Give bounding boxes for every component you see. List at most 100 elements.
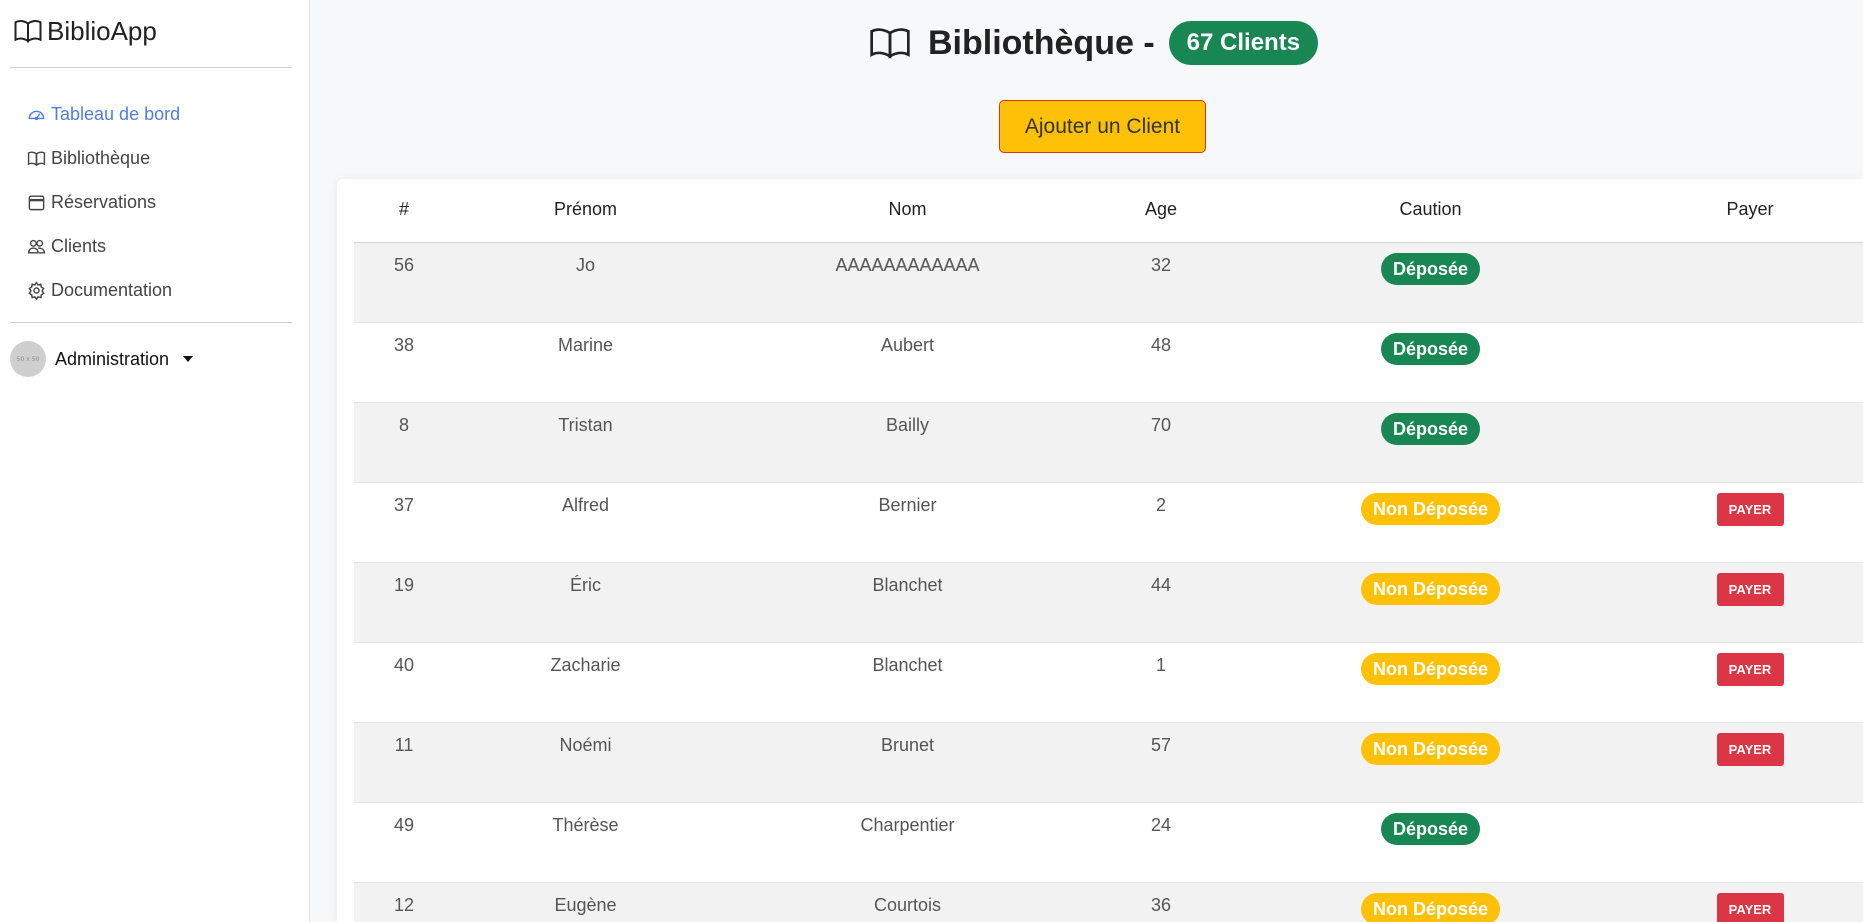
pay-button[interactable]: PAYER bbox=[1716, 892, 1784, 922]
cell-prenom: Alfred bbox=[454, 482, 717, 563]
column-header-caution[interactable]: Caution bbox=[1224, 179, 1637, 243]
cell-id: 19 bbox=[354, 562, 454, 643]
cell-age: 48 bbox=[1098, 322, 1224, 403]
sidebar-item-clients[interactable]: Clients bbox=[27, 224, 180, 268]
cell-age: 70 bbox=[1098, 402, 1224, 483]
cell-age: 2 bbox=[1098, 482, 1224, 563]
cell-age: 1 bbox=[1098, 642, 1224, 723]
pay-button[interactable]: PAYER bbox=[1716, 492, 1784, 526]
cell-nom: Aubert bbox=[717, 322, 1098, 403]
cell-age: 57 bbox=[1098, 722, 1224, 803]
cell-id: 49 bbox=[354, 802, 454, 883]
cell-id: 56 bbox=[354, 242, 454, 323]
sidebar-item-label: Réservations bbox=[51, 191, 157, 212]
caution-status-badge: Non Déposée bbox=[1360, 892, 1501, 922]
add-client-button[interactable]: Ajouter un Client bbox=[999, 100, 1206, 153]
page-header: Bibliothèque - 67 Clients bbox=[870, 20, 1319, 66]
cell-payer: PAYER bbox=[1637, 482, 1863, 563]
cell-nom: Blanchet bbox=[717, 642, 1098, 723]
cell-prenom: Noémi bbox=[454, 722, 717, 803]
cell-id: 40 bbox=[354, 642, 454, 723]
caution-status-badge: Non Déposée bbox=[1360, 492, 1501, 525]
sidebar-item-reservations[interactable]: Réservations bbox=[27, 180, 180, 224]
cell-prenom: Tristan bbox=[454, 402, 717, 483]
admin-dropdown[interactable]: 50 x 50 Administration bbox=[10, 341, 194, 377]
cell-nom: Charpentier bbox=[717, 802, 1098, 883]
cell-age: 32 bbox=[1098, 242, 1224, 323]
table-row[interactable]: 37 Alfred Bernier 2 Non Déposée PAYER bbox=[354, 482, 1863, 563]
caution-status-badge: Non Déposée bbox=[1360, 652, 1501, 685]
divider bbox=[10, 322, 292, 323]
clients-table: # Prénom Nom Age Caution Payer 56 Jo AAAAA… bbox=[354, 179, 1863, 922]
sidebar-item-documentation[interactable]: Documentation bbox=[27, 268, 180, 312]
cell-payer bbox=[1637, 402, 1863, 483]
table-row[interactable]: 8 Tristan Bailly 70 Déposée bbox=[354, 402, 1863, 483]
table-row[interactable]: 11 Noémi Brunet 57 Non Déposée PAYER bbox=[354, 722, 1863, 803]
cell-payer: PAYER bbox=[1637, 722, 1863, 803]
cell-prenom: Jo bbox=[454, 242, 717, 323]
sidebar-nav: Tableau de bord Bibliothèque Réservation… bbox=[27, 92, 180, 312]
page-title: Bibliothèque - bbox=[928, 23, 1155, 62]
caution-status-badge: Déposée bbox=[1380, 252, 1481, 285]
cell-id: 38 bbox=[354, 322, 454, 403]
pay-button[interactable]: PAYER bbox=[1716, 732, 1784, 766]
clients-table-card: # Prénom Nom Age Caution Payer 56 Jo AAAAA… bbox=[337, 179, 1863, 922]
cell-nom: Courtois bbox=[717, 882, 1098, 922]
column-header-prenom[interactable]: Prénom bbox=[454, 179, 717, 243]
column-header-nom[interactable]: Nom bbox=[717, 179, 1098, 243]
column-header-id[interactable]: # bbox=[354, 179, 454, 243]
caution-status-badge: Déposée bbox=[1380, 412, 1481, 445]
cell-caution: Déposée bbox=[1224, 802, 1637, 883]
cell-prenom: Zacharie bbox=[454, 642, 717, 723]
cell-nom: AAAAAAAAAAAA bbox=[717, 242, 1098, 323]
cell-age: 24 bbox=[1098, 802, 1224, 883]
client-count-badge: 67 Clients bbox=[1168, 21, 1319, 65]
people-icon bbox=[27, 239, 46, 254]
sidebar-item-library[interactable]: Bibliothèque bbox=[27, 136, 180, 180]
column-header-age[interactable]: Age bbox=[1098, 179, 1224, 243]
cell-caution: Non Déposée bbox=[1224, 482, 1637, 563]
cell-caution: Non Déposée bbox=[1224, 882, 1637, 922]
pay-button[interactable]: PAYER bbox=[1716, 572, 1784, 606]
table-row[interactable]: 38 Marine Aubert 48 Déposée bbox=[354, 322, 1863, 403]
book-icon bbox=[14, 19, 42, 43]
cell-caution: Déposée bbox=[1224, 402, 1637, 483]
brand[interactable]: BiblioApp bbox=[13, 14, 157, 48]
sidebar-item-label: Clients bbox=[51, 235, 107, 256]
caution-status-badge: Non Déposée bbox=[1360, 732, 1501, 765]
column-header-payer[interactable]: Payer bbox=[1637, 179, 1863, 243]
table-row[interactable]: 56 Jo AAAAAAAAAAAA 32 Déposée bbox=[354, 242, 1863, 323]
cell-payer: PAYER bbox=[1637, 882, 1863, 922]
table-row[interactable]: 12 Eugène Courtois 36 Non Déposée PAYER bbox=[354, 882, 1863, 922]
cell-prenom: Marine bbox=[454, 322, 717, 403]
cell-payer bbox=[1637, 322, 1863, 403]
cell-caution: Déposée bbox=[1224, 322, 1637, 403]
cell-caution: Non Déposée bbox=[1224, 722, 1637, 803]
table-header-row: # Prénom Nom Age Caution Payer bbox=[354, 179, 1863, 243]
table-row[interactable]: 49 Thérèse Charpentier 24 Déposée bbox=[354, 802, 1863, 883]
cell-nom: Bernier bbox=[717, 482, 1098, 563]
cell-id: 11 bbox=[354, 722, 454, 803]
caret-down-icon bbox=[183, 356, 194, 362]
cell-caution: Déposée bbox=[1224, 242, 1637, 323]
sidebar: BiblioApp Tableau de bord Bibliothèque R… bbox=[0, 0, 310, 922]
sidebar-item-label: Documentation bbox=[51, 279, 173, 300]
sidebar-item-label: Bibliothèque bbox=[51, 147, 151, 168]
table-row[interactable]: 19 Éric Blanchet 44 Non Déposée PAYER bbox=[354, 562, 1863, 643]
cell-prenom: Eugène bbox=[454, 882, 717, 922]
cell-nom: Brunet bbox=[717, 722, 1098, 803]
cell-prenom: Éric bbox=[454, 562, 717, 643]
cell-nom: Blanchet bbox=[717, 562, 1098, 643]
pay-button[interactable]: PAYER bbox=[1716, 652, 1784, 686]
cell-payer: PAYER bbox=[1637, 562, 1863, 643]
cell-payer: PAYER bbox=[1637, 642, 1863, 723]
gear-icon bbox=[28, 280, 45, 300]
cell-age: 36 bbox=[1098, 882, 1224, 922]
cell-payer bbox=[1637, 802, 1863, 883]
table-row[interactable]: 40 Zacharie Blanchet 1 Non Déposée PAYER bbox=[354, 642, 1863, 723]
caution-status-badge: Déposée bbox=[1380, 332, 1481, 365]
cell-nom: Bailly bbox=[717, 402, 1098, 483]
divider bbox=[10, 67, 292, 68]
sidebar-item-dashboard[interactable]: Tableau de bord bbox=[27, 92, 180, 136]
cell-id: 12 bbox=[354, 882, 454, 922]
